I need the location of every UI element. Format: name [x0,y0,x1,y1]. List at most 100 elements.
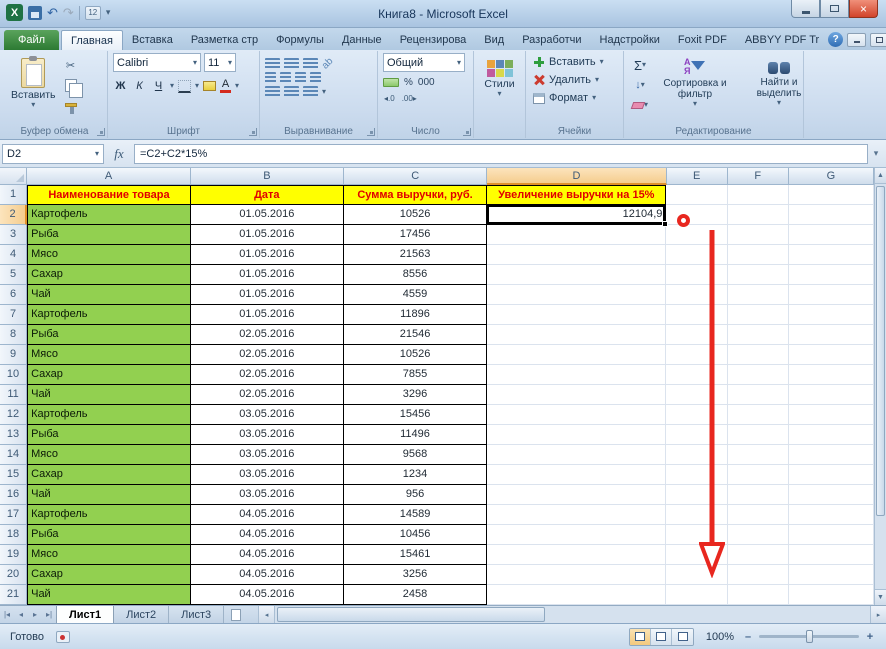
paste-dropdown-icon[interactable]: ▾ [31,101,35,109]
cell-F8[interactable] [728,325,789,345]
cell-F3[interactable] [728,225,789,245]
cell-E4[interactable] [666,245,727,265]
font-dialog-launcher-icon[interactable] [249,128,257,136]
cell-A1[interactable]: Наименование товара [27,185,191,205]
align-right-icon[interactable] [295,72,306,83]
column-header-G[interactable]: G [789,168,874,185]
qat-custom-icon[interactable]: 12 [85,6,101,20]
cell-E6[interactable] [666,285,727,305]
cell-A21[interactable]: Чай [27,585,191,605]
cell-A6[interactable]: Чай [27,285,191,305]
cell-C15[interactable]: 1234 [344,465,487,485]
cell-F9[interactable] [728,345,789,365]
cell-F18[interactable] [728,525,789,545]
underline-button[interactable]: Ч [151,78,166,94]
cell-F4[interactable] [728,245,789,265]
next-sheet-icon[interactable]: ▸ [28,606,42,623]
cell-A9[interactable]: Мясо [27,345,191,365]
cell-E2[interactable] [666,205,727,225]
last-sheet-icon[interactable]: ▸| [42,606,56,623]
increase-decimal-icon[interactable]: ◂.0 [383,93,396,104]
excel-logo-icon[interactable]: X [6,4,23,21]
cell-E21[interactable] [666,585,727,605]
cell-B10[interactable]: 02.05.2016 [191,365,344,385]
cell-E19[interactable] [666,545,727,565]
cell-D21[interactable] [487,585,666,605]
qat-dropdown-icon[interactable]: ▾ [106,7,111,18]
cell-B6[interactable]: 01.05.2016 [191,285,344,305]
cell-E8[interactable] [666,325,727,345]
underline-dropdown-icon[interactable]: ▾ [170,82,174,90]
cell-G5[interactable] [789,265,874,285]
cell-C13[interactable]: 11496 [344,425,487,445]
horizontal-scrollbar[interactable]: ◂ ▸ [258,606,886,623]
cell-D14[interactable] [487,445,666,465]
cell-E7[interactable] [666,305,727,325]
undo-icon[interactable]: ↶ [47,6,58,20]
zoom-track[interactable] [759,635,859,638]
cell-F1[interactable] [728,185,789,205]
font-color-button[interactable]: А [220,79,231,93]
zoom-in-icon[interactable]: + [864,631,876,643]
cell-F14[interactable] [728,445,789,465]
cell-D6[interactable] [487,285,666,305]
cell-C17[interactable]: 14589 [344,505,487,525]
name-box[interactable]: D2 ▾ [2,144,104,164]
row-header-7[interactable]: 7 [0,305,27,325]
ribbon-tab-3[interactable]: Разметка стр [182,30,267,50]
cell-G3[interactable] [789,225,874,245]
cell-A18[interactable]: Рыба [27,525,191,545]
bold-button[interactable]: Ж [113,78,128,94]
cell-D19[interactable] [487,545,666,565]
cell-G7[interactable] [789,305,874,325]
fill-handle[interactable] [662,221,668,227]
currency-format-icon[interactable] [383,78,399,87]
cell-B18[interactable]: 04.05.2016 [191,525,344,545]
format-cells-button[interactable]: Формат ▾ [531,89,618,107]
cell-A4[interactable]: Мясо [27,245,191,265]
wrap-text-icon[interactable] [310,72,321,83]
clipboard-dialog-launcher-icon[interactable] [97,128,105,136]
column-header-A[interactable]: A [27,168,191,185]
cell-B17[interactable]: 04.05.2016 [191,505,344,525]
cell-B8[interactable]: 02.05.2016 [191,325,344,345]
cell-F15[interactable] [728,465,789,485]
zoom-thumb[interactable] [806,630,813,643]
cell-A11[interactable]: Чай [27,385,191,405]
cell-B15[interactable]: 03.05.2016 [191,465,344,485]
cell-F21[interactable] [728,585,789,605]
cell-B14[interactable]: 03.05.2016 [191,445,344,465]
cell-A16[interactable]: Чай [27,485,191,505]
cell-B2[interactable]: 01.05.2016 [191,205,344,225]
cell-G18[interactable] [789,525,874,545]
cell-B21[interactable]: 04.05.2016 [191,585,344,605]
workbook-minimize-button[interactable] [847,33,866,47]
cell-A17[interactable]: Картофель [27,505,191,525]
cell-B9[interactable]: 02.05.2016 [191,345,344,365]
ribbon-tab-0[interactable]: Файл [4,30,59,50]
cell-F17[interactable] [728,505,789,525]
cell-F11[interactable] [728,385,789,405]
normal-view-icon[interactable] [630,629,651,645]
cell-A3[interactable]: Рыба [27,225,191,245]
minimize-button[interactable] [791,0,820,18]
vertical-scroll-thumb[interactable] [876,186,885,516]
column-header-B[interactable]: B [191,168,344,185]
cell-F16[interactable] [728,485,789,505]
row-header-2[interactable]: 2 [0,205,27,225]
cell-E12[interactable] [666,405,727,425]
scroll-right-icon[interactable]: ▸ [870,606,886,623]
cell-G13[interactable] [789,425,874,445]
cell-C3[interactable]: 17456 [344,225,487,245]
cell-B13[interactable]: 03.05.2016 [191,425,344,445]
cell-A13[interactable]: Рыба [27,425,191,445]
align-top-icon[interactable] [265,58,280,69]
cell-C19[interactable]: 15461 [344,545,487,565]
cell-E1[interactable] [666,185,727,205]
cell-E14[interactable] [666,445,727,465]
font-color-dropdown-icon[interactable]: ▾ [235,82,239,90]
cell-D13[interactable] [487,425,666,445]
paste-button[interactable]: Вставить ▾ [7,53,60,124]
cell-C18[interactable]: 10456 [344,525,487,545]
ribbon-tab-9[interactable]: Надстройки [591,30,669,50]
